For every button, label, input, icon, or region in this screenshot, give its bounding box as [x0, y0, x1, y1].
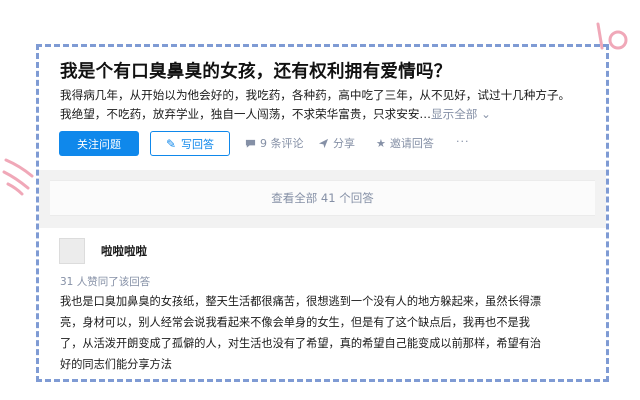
question-title[interactable]: 我是个有口臭鼻臭的女孩，还有权利拥有爱情吗？ [60, 58, 600, 83]
answer-author-name[interactable]: 啦啦啦啦 [101, 243, 147, 259]
follow-question-label: 关注问题 [77, 137, 121, 151]
question-desc-line-1: 我得病几年，从开始以为他会好的，我吃药，各种药，高中吃了三年，从不见好，试过十几… [60, 88, 571, 102]
answer-line-1: 我也是口臭加鼻臭的女孩纸，整天生活都很痛苦，很想逃到一个没有人的地方躲起来，虽然… [60, 295, 542, 308]
write-answer-button[interactable]: ✎ 写回答 [150, 131, 230, 156]
agree-count: 31 人赞同了该回答 [60, 276, 151, 288]
avatar[interactable] [59, 238, 85, 264]
share-label: 分享 [333, 137, 355, 150]
answer-content: 我也是口臭加鼻臭的女孩纸，整天生活都很痛苦，很想逃到一个没有人的地方躲起来，虽然… [60, 291, 605, 375]
share-button[interactable]: 分享 [318, 135, 355, 151]
show-all-link[interactable]: 显示全部 ⌄ [431, 107, 491, 121]
answer-line-3: 了，从活泼开朗变成了孤僻的人，对生活也没有了希望，真的希望自己能变成以前那样，希… [60, 337, 542, 350]
share-icon [318, 138, 329, 148]
write-answer-label: 写回答 [181, 137, 215, 151]
follow-question-button[interactable]: 关注问题 [59, 131, 139, 156]
comments-label: 9 条评论 [260, 137, 304, 150]
answer-line-2: 亮，身材可以，别人经常会说我看起来不像会单身的女生，但是有了这个缺点后，我再也不… [60, 316, 530, 329]
question-desc-text: 我绝望，不吃药，放弃学业，独自一人闯荡，不求荣华富贵，只求安安… [60, 107, 432, 121]
view-all-answers-label: 查看全部 41 个回答 [271, 191, 374, 205]
question-description: 我得病几年，从开始以为他会好的，我吃药，各种药，高中吃了三年，从不见好，试过十几… [60, 86, 605, 124]
question-desc-line-2: 我绝望，不吃药，放弃学业，独自一人闯荡，不求荣华富贵，只求安安…显示全部 ⌄ [60, 105, 605, 124]
answer-line-4: 好的同志们能分享方法 [60, 358, 172, 371]
more-options-button[interactable]: ··· [456, 135, 470, 148]
comments-button[interactable]: 9 条评论 [245, 135, 304, 151]
pen-icon: ✎ [165, 136, 177, 151]
star-icon: ★ [376, 136, 386, 150]
invite-answer-button[interactable]: ★ 邀请回答 [376, 135, 434, 151]
comment-icon [245, 139, 256, 148]
view-all-answers-button[interactable]: 查看全部 41 个回答 [50, 180, 595, 216]
invite-answer-label: 邀请回答 [389, 137, 434, 150]
more-icon: ··· [456, 135, 470, 148]
